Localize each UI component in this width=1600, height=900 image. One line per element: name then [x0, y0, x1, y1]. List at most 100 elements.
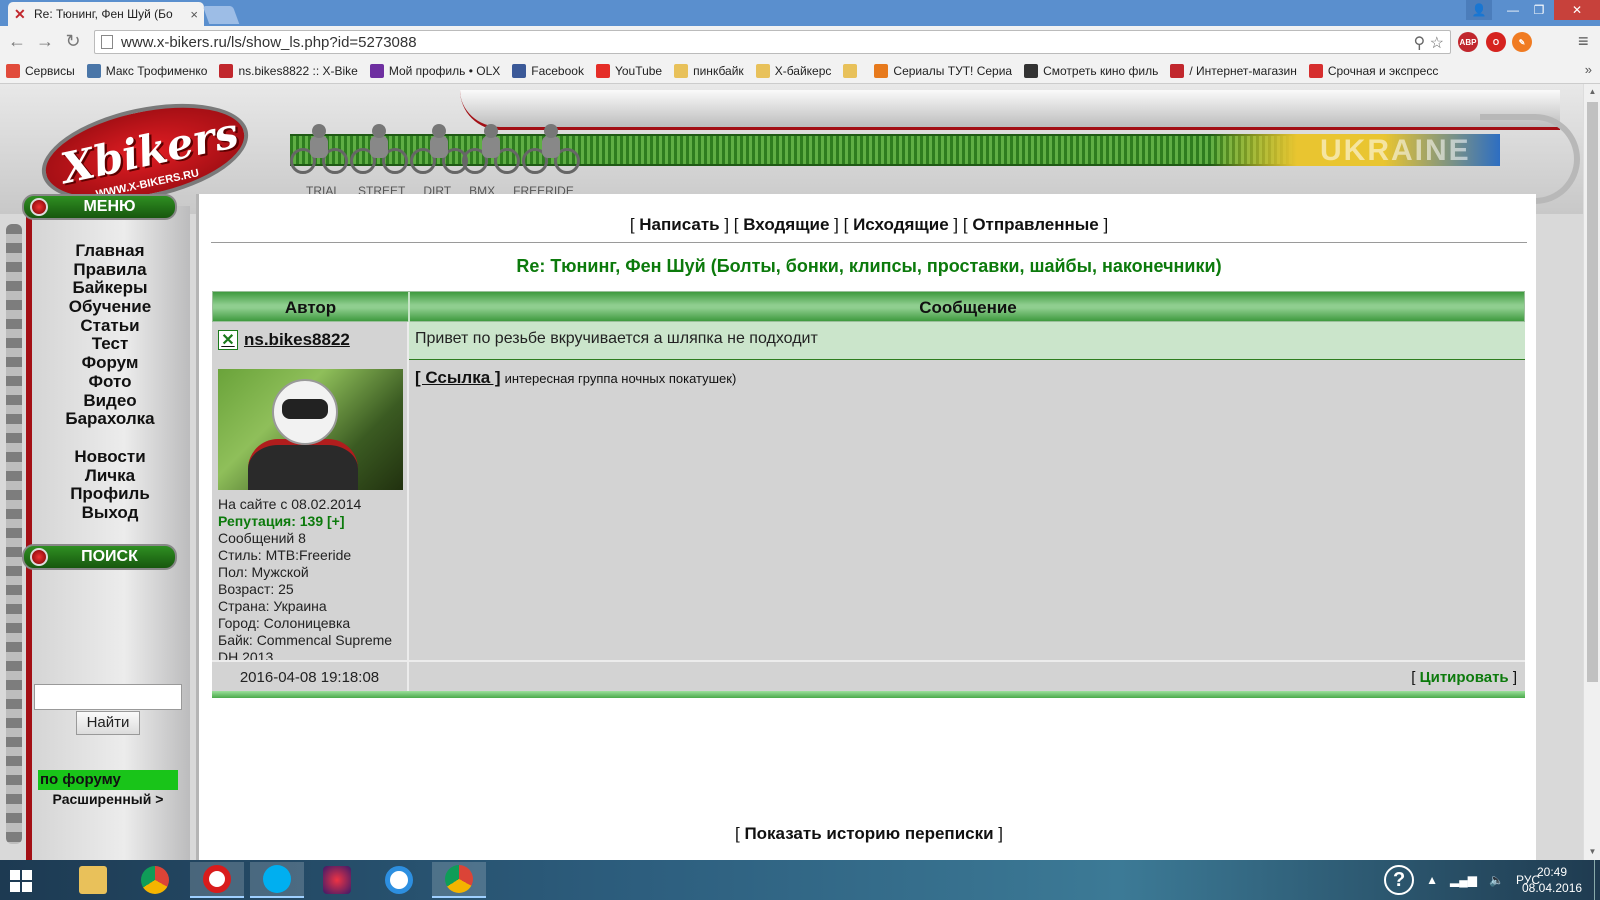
history-link-wrapper: [ Показать историю переписки ] — [734, 824, 1004, 843]
reputation[interactable]: Репутация: 139 [+] — [218, 513, 398, 530]
author-profile-info: На сайте с 08.02.2014 Репутация: 139 [+]… — [218, 496, 398, 666]
pm-sent-link[interactable]: Отправленные — [972, 215, 1098, 234]
help-icon[interactable]: ? — [1384, 865, 1415, 895]
show-history-link[interactable]: Показать историю переписки — [744, 824, 993, 843]
col-author-header: Автор — [213, 292, 410, 323]
sidebar-menu-item[interactable]: Тест — [40, 335, 180, 354]
sidebar-menu-item[interactable]: Видео — [40, 391, 180, 411]
pm-write-link[interactable]: Написать — [639, 215, 719, 234]
bookmark-item[interactable]: Смотреть кино филь — [1024, 63, 1159, 78]
bookmark-item[interactable]: Мой профиль • OLX — [369, 63, 501, 78]
page-viewport: UKRAINE Xbikers WWW.X-BIKERS.RU TRIAL STR… — [0, 84, 1583, 860]
show-desktop-button[interactable] — [1594, 860, 1600, 900]
scroll-up-icon[interactable]: ▲ — [1584, 84, 1600, 100]
bookmark-item[interactable]: Facebook — [512, 63, 584, 78]
quote-link[interactable]: Цитировать — [1420, 669, 1509, 686]
sidebar-menu-item[interactable]: Фото — [40, 372, 180, 392]
opera-icon[interactable] — [190, 862, 244, 898]
left-sidebar: МЕНЮ Главная Правила Байкеры Обучение Статьи… — [0, 194, 196, 860]
chrome-icon[interactable] — [128, 862, 182, 898]
windows-start-icon[interactable] — [10, 870, 32, 892]
country: Страна: Украина — [218, 598, 327, 614]
forward-arrow-icon[interactable]: → — [34, 30, 56, 52]
author-link[interactable]: ✕ ns.bikes8822 — [218, 330, 350, 350]
gender: Пол: Мужской — [218, 564, 309, 580]
bookmark-item[interactable]: Макс Трофименко — [86, 63, 207, 78]
bookmark-icon — [755, 63, 770, 78]
bookmark-item[interactable]: Срочная и экспресс — [1308, 63, 1438, 78]
bookmark-label: Сериалы ТУТ! Сериа — [893, 63, 1013, 78]
bookmark-item[interactable]: Сериалы ТУТ! Сериа — [874, 63, 1013, 78]
browser-tab-active[interactable]: ✕ Re: Тюнинг, Фен Шуй (Бо × — [8, 2, 204, 26]
media-app-icon[interactable] — [310, 862, 364, 898]
sidebar-menu-item[interactable]: Правила — [40, 260, 180, 280]
message-date: 2016-04-08 19:18:08 — [212, 662, 409, 693]
quote-link-wrapper: [ Цитировать ] — [1411, 669, 1517, 686]
file-explorer-icon[interactable] — [66, 862, 120, 898]
age: Возраст: 25 — [218, 581, 294, 597]
adblock-extension-icon[interactable]: ABP — [1458, 32, 1478, 52]
bookmark-item[interactable]: YouTube — [595, 63, 662, 78]
scrollbar-thumb[interactable] — [1587, 102, 1598, 682]
zoom-star-icons[interactable]: ⚲ ☆ — [1413, 33, 1444, 53]
sidebar-menu-item[interactable]: Форум — [40, 353, 180, 373]
avatar[interactable] — [218, 369, 403, 490]
new-tab-button[interactable] — [202, 6, 240, 24]
chrome-active-icon[interactable] — [432, 862, 486, 898]
clock[interactable]: 20:49 08.04.2016 — [1522, 864, 1582, 896]
sidebar-menu-item[interactable]: Личка — [40, 466, 180, 486]
bookmark-item[interactable]: Х-байкерс — [755, 63, 831, 78]
extension-icon[interactable]: ✎ — [1512, 32, 1532, 52]
member-since: На сайте с 08.02.2014 — [218, 496, 362, 512]
back-arrow-icon[interactable]: ← — [6, 30, 28, 52]
message-link-line: [ Ссылка ] интересная группа ночных покат… — [415, 368, 736, 388]
bookmark-item[interactable]: Сервисы — [6, 63, 75, 78]
opera-extension-icon[interactable]: O — [1486, 32, 1506, 52]
chrome-menu-icon[interactable]: ≡ — [1578, 31, 1589, 52]
sidebar-menu-item[interactable]: Барахолка — [40, 409, 180, 429]
sidebar-menu-item[interactable]: Профиль — [40, 485, 180, 504]
internet-explorer-icon[interactable] — [372, 862, 426, 898]
scroll-down-icon[interactable]: ▼ — [1584, 844, 1600, 860]
link-caption: интересная группа ночных покатушек) — [504, 371, 737, 386]
user-menu: Новости Личка Профиль Выход — [40, 447, 180, 523]
sidebar-menu-item[interactable]: Новости — [40, 447, 180, 467]
tray-expand-icon[interactable]: ▲ — [1426, 873, 1438, 887]
skype-icon[interactable] — [250, 862, 304, 898]
close-window-icon[interactable]: ✕ — [1554, 0, 1600, 20]
sidebar-menu-item[interactable]: Статьи — [40, 316, 180, 336]
bookmark-label: Мой профиль • OLX — [388, 63, 501, 78]
bookmark-item[interactable]: / Интернет-магазин — [1170, 63, 1297, 78]
pm-inbox-link[interactable]: Входящие — [743, 215, 829, 234]
site-logo[interactable]: Xbikers WWW.X-BIKERS.RU — [10, 87, 265, 219]
x-bikers-favicon-icon: ✕ — [14, 6, 26, 22]
reload-icon[interactable]: ↻ — [62, 30, 84, 52]
sidebar-menu-item[interactable]: Выход — [40, 503, 180, 523]
search-input[interactable] — [34, 684, 182, 710]
pm-outbox-link[interactable]: Исходящие — [853, 215, 949, 234]
bookmark-item[interactable]: пинкбайк — [674, 63, 744, 78]
search-button[interactable]: Найти — [76, 711, 140, 735]
bookmark-label: Смотреть кино филь — [1043, 63, 1159, 78]
url-text: www.x-bikers.ru/ls/show_ls.php?id=527308… — [121, 33, 417, 51]
sidebar-menu-item[interactable]: Обучение — [40, 297, 180, 317]
page-scrollbar[interactable]: ▲ ▼ — [1583, 84, 1600, 860]
bookmark-item[interactable] — [843, 63, 862, 78]
advanced-search-link[interactable]: Расширенный > — [38, 791, 178, 807]
minimize-icon[interactable]: — — [1500, 0, 1526, 20]
maximize-icon[interactable]: ❐ — [1526, 0, 1552, 20]
address-bar[interactable]: www.x-bikers.ru/ls/show_ls.php?id=527308… — [94, 30, 1451, 54]
bookmarks-more-icon[interactable]: » — [1585, 62, 1592, 77]
user-icon[interactable]: 👤 — [1466, 0, 1492, 20]
volume-icon[interactable]: 🔈 — [1489, 873, 1504, 887]
sidebar-menu-item[interactable]: Байкеры — [40, 279, 180, 298]
bookmark-icon — [595, 63, 610, 78]
message-link[interactable]: [ Ссылка ] — [415, 368, 501, 387]
message-text: Привет по резьбе вкручивается а шляпка н… — [409, 322, 1525, 360]
trial-bike-icon — [290, 120, 350, 180]
sidebar-menu-item[interactable]: Главная — [40, 241, 180, 261]
network-icon[interactable]: ▂▄▆ — [1450, 873, 1477, 887]
bookmark-item[interactable]: ns.bikes8822 :: X-Bike — [219, 63, 358, 78]
search-scope-forum[interactable]: по форуму — [38, 770, 178, 790]
tab-close-icon[interactable]: × — [190, 7, 198, 22]
